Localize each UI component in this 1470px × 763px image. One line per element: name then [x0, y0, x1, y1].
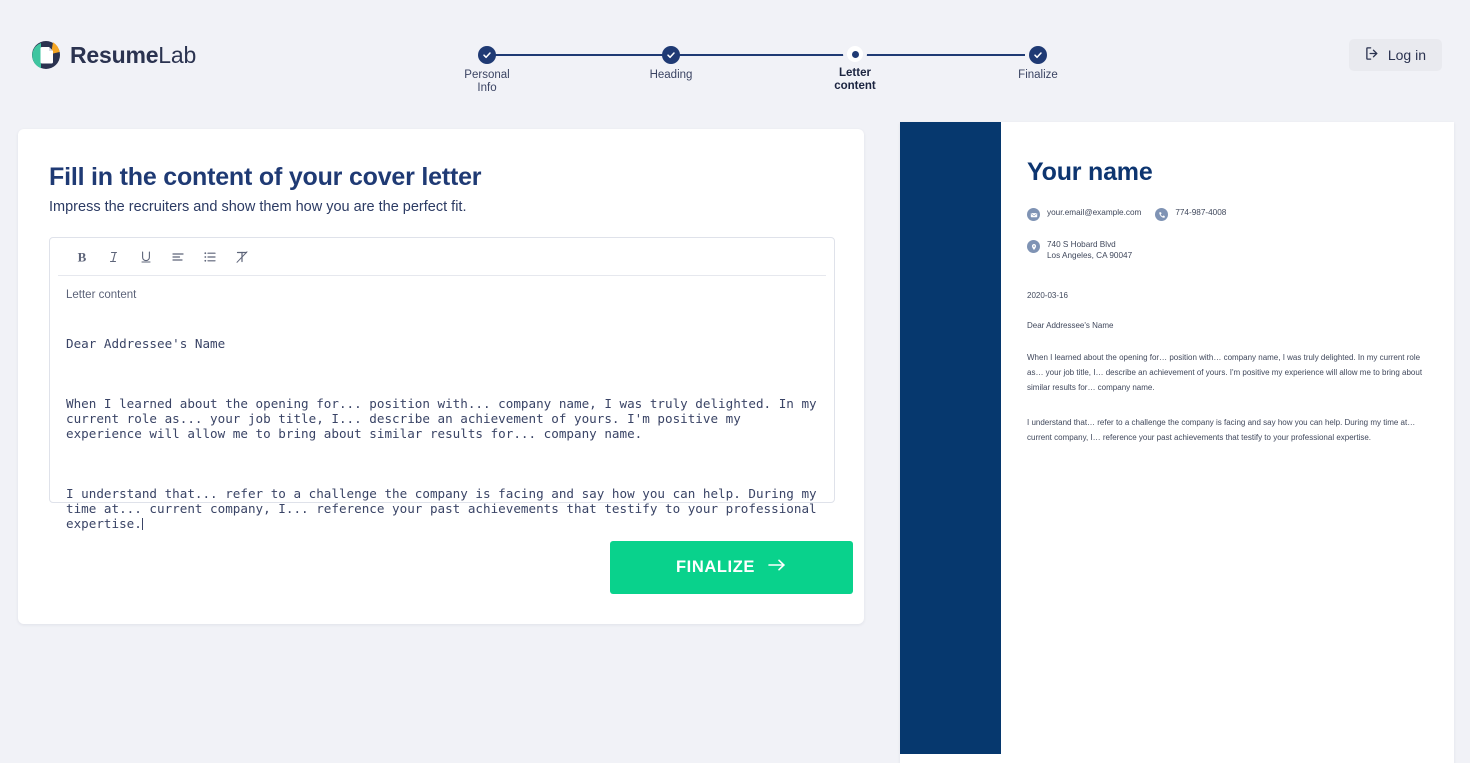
arrow-right-icon — [767, 558, 787, 577]
check-icon — [1029, 46, 1047, 64]
brand-name: ResumeLab — [70, 42, 196, 69]
preview-paragraph-2: I understand that… refer to a challenge … — [1027, 418, 1416, 443]
svg-text:B: B — [78, 249, 87, 264]
stepper-label: Finalize — [1018, 69, 1058, 81]
bullet-list-icon[interactable] — [195, 243, 225, 271]
letter-content-text[interactable]: Dear Addressee's Name When I learned abo… — [66, 306, 818, 576]
preview-address: 740 S Hobard Blvd Los Angeles, CA 90047 — [1047, 239, 1132, 261]
page-title: Fill in the content of your cover letter — [49, 163, 482, 191]
stepper-label: Letter content — [834, 67, 876, 92]
app-header: ResumeLab Personal Info Heading Letter c… — [0, 0, 1470, 110]
italic-icon[interactable] — [99, 243, 129, 271]
preview-greeting: Dear Addressee's Name — [1027, 321, 1114, 330]
editor-body[interactable]: Letter content Dear Addressee's Name Whe… — [50, 276, 834, 576]
stepper-label: Heading — [649, 69, 693, 81]
preview-content: Your name your.email@example.com 774-987… — [1027, 158, 1437, 446]
preview-accent-sidebar — [900, 122, 1001, 754]
dot-icon — [847, 46, 863, 62]
stepper-track — [487, 54, 1025, 56]
check-icon — [478, 46, 496, 64]
stepper-step-personal-info[interactable]: Personal Info — [427, 46, 547, 94]
page-subtitle: Impress the recruiters and show them how… — [49, 199, 467, 215]
letter-greeting: Dear Addressee's Name — [66, 336, 226, 351]
stepper-step-letter-content[interactable]: Letter content — [795, 46, 915, 92]
brand-name-light: Lab — [158, 41, 197, 68]
login-arrow-icon — [1365, 46, 1380, 64]
location-pin-icon — [1027, 240, 1040, 253]
editor-toolbar: B — [58, 238, 826, 276]
finalize-button[interactable]: FINALIZE — [610, 541, 853, 594]
rich-text-editor[interactable]: B Letter content Dear Addressee's Name W… — [49, 237, 835, 531]
stepper-step-heading[interactable]: Heading — [611, 46, 731, 82]
letter-paragraph-2: I understand that... refer to a challeng… — [66, 486, 825, 531]
brand-name-bold: Resume — [70, 41, 159, 68]
phone-icon — [1155, 208, 1169, 221]
brand-logo[interactable]: ResumeLab — [31, 40, 196, 70]
letter-content-form-card: Fill in the content of your cover letter… — [18, 129, 864, 624]
preview-contact-block: your.email@example.com 774-987-4008 740 … — [1027, 207, 1437, 261]
underline-icon[interactable] — [131, 243, 161, 271]
bold-icon[interactable]: B — [67, 243, 97, 271]
align-left-icon[interactable] — [163, 243, 193, 271]
login-button-label: Log in — [1387, 47, 1426, 63]
preview-paragraph-1: When I learned about the opening for… po… — [1027, 353, 1423, 392]
preview-date: 2020-03-16 — [1027, 291, 1068, 300]
stepper-step-finalize[interactable]: Finalize — [978, 46, 1098, 82]
preview-name: Your name — [1027, 158, 1153, 186]
preview-phone: 774-987-4008 — [1175, 208, 1227, 217]
envelope-icon — [1027, 208, 1040, 221]
preview-address-line-1: 740 S Hobard Blvd — [1047, 240, 1116, 249]
preview-address-row: 740 S Hobard Blvd Los Angeles, CA 90047 — [1027, 239, 1437, 261]
progress-stepper: Personal Info Heading Letter content Fin… — [464, 46, 1058, 102]
check-icon — [662, 46, 680, 64]
letter-paragraph-1: When I learned about the opening for... … — [66, 396, 825, 441]
letter-content-field-label: Letter content — [66, 289, 137, 301]
preview-email-row: your.email@example.com — [1027, 207, 1141, 221]
preview-email: your.email@example.com — [1047, 208, 1142, 217]
clear-formatting-icon[interactable] — [227, 243, 257, 271]
finalize-button-label: FINALIZE — [675, 558, 756, 576]
preview-phone-row: 774-987-4008 — [1155, 207, 1226, 221]
login-button[interactable]: Log in — [1348, 39, 1442, 71]
resumelab-document-circle-icon — [31, 40, 61, 70]
text-caret — [141, 518, 143, 530]
stepper-label: Personal Info — [464, 69, 510, 94]
cover-letter-preview[interactable]: Your name your.email@example.com 774-987… — [900, 122, 1454, 763]
preview-address-line-2: Los Angeles, CA 90047 — [1047, 251, 1133, 260]
